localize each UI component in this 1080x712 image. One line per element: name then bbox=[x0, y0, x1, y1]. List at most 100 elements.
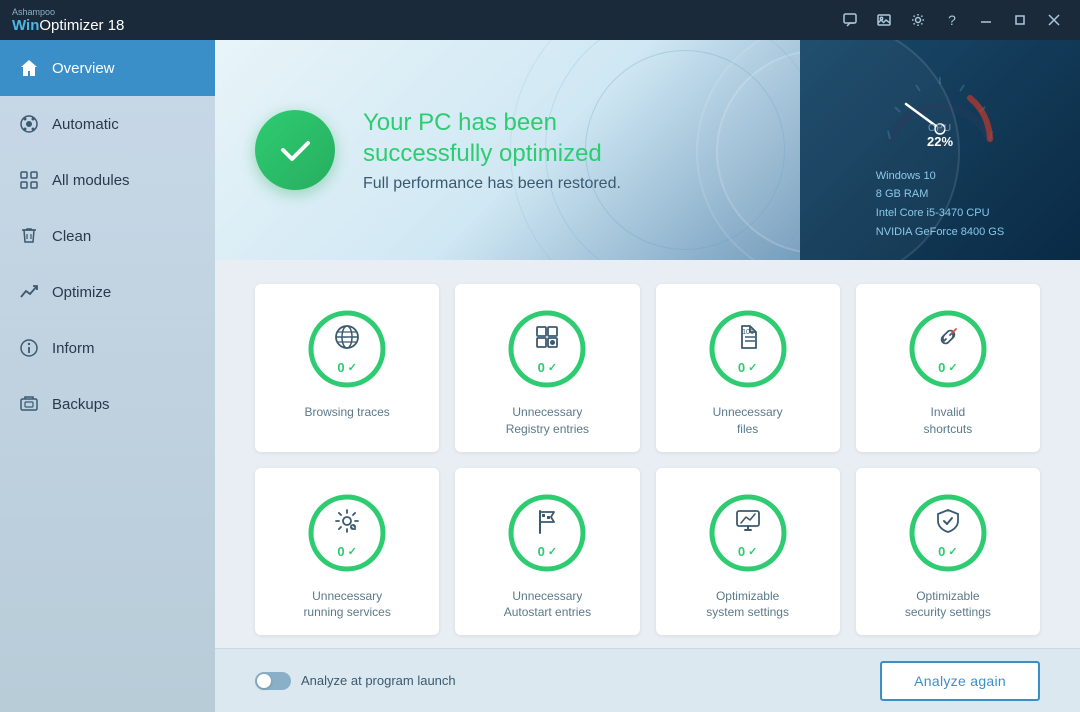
chat-button[interactable] bbox=[836, 6, 864, 34]
ring-inner-autostart-entries: 0 ✓ bbox=[533, 507, 561, 559]
success-icon bbox=[255, 110, 335, 190]
minimize-button[interactable] bbox=[972, 6, 1000, 34]
metric-label-system-settings: Optimizablesystem settings bbox=[706, 588, 789, 622]
inform-icon bbox=[18, 337, 40, 359]
ring-running-services: 0 ✓ bbox=[302, 488, 392, 578]
sidebar-label-automatic: Automatic bbox=[52, 116, 119, 133]
metric-value-autostart-entries: 0 ✓ bbox=[538, 544, 557, 559]
globe-icon bbox=[333, 323, 361, 358]
ring-inner-running-services: 0 ✓ bbox=[333, 507, 361, 559]
metric-card-browsing-traces: 0 ✓ Browsing traces bbox=[255, 284, 439, 452]
gear-icon bbox=[333, 507, 361, 542]
titlebar: Ashampoo Win Optimizer 18 ? bbox=[0, 0, 1080, 40]
sidebar-item-automatic[interactable]: Automatic bbox=[0, 96, 215, 152]
metric-label-invalid-shortcuts: Invalidshortcuts bbox=[924, 404, 973, 438]
auto-icon bbox=[18, 113, 40, 135]
bottom-bar: Analyze at program launch Analyze again bbox=[215, 648, 1080, 712]
grid-icon bbox=[18, 169, 40, 191]
ring-invalid-shortcuts: 0 ✓ bbox=[903, 304, 993, 394]
metric-value-security-settings: 0 ✓ bbox=[938, 544, 957, 559]
header-panel: Your PC has been successfully optimized … bbox=[215, 40, 1080, 260]
backups-icon bbox=[18, 393, 40, 415]
toggle-thumb bbox=[257, 674, 271, 688]
home-icon bbox=[18, 57, 40, 79]
sidebar-item-optimize[interactable]: Optimize bbox=[0, 264, 215, 320]
sidebar-item-inform[interactable]: Inform bbox=[0, 320, 215, 376]
metric-value-invalid-shortcuts: 0 ✓ bbox=[938, 360, 957, 375]
registry-icon bbox=[533, 323, 561, 358]
ring-unnecessary-files: 101 0 ✓ bbox=[703, 304, 793, 394]
company-name: Ashampoo bbox=[12, 7, 124, 17]
sidebar-label-inform: Inform bbox=[52, 340, 95, 357]
sys-os: Windows 10 bbox=[876, 167, 1004, 186]
metric-label-security-settings: Optimizablesecurity settings bbox=[905, 588, 991, 622]
monitor-icon bbox=[734, 507, 762, 542]
metrics-area: 0 ✓ Browsing traces 0 ✓ bbox=[215, 260, 1080, 648]
settings-button[interactable] bbox=[904, 6, 932, 34]
metrics-grid: 0 ✓ Browsing traces 0 ✓ bbox=[255, 284, 1040, 635]
metric-label-unnecessary-files: Unnecessaryfiles bbox=[713, 404, 783, 438]
metric-value-browsing-traces: 0 ✓ bbox=[337, 360, 356, 375]
metric-card-invalid-shortcuts: 0 ✓ Invalidshortcuts bbox=[856, 284, 1040, 452]
sys-cpu: Intel Core i5-3470 CPU bbox=[876, 204, 1004, 223]
file-icon: 101 bbox=[734, 323, 762, 358]
clean-icon bbox=[18, 225, 40, 247]
product-prefix: Win bbox=[12, 17, 39, 34]
toggle-label: Analyze at program launch bbox=[301, 673, 456, 688]
ring-browsing-traces: 0 ✓ bbox=[302, 304, 392, 394]
metric-card-system-settings: 0 ✓ Optimizablesystem settings bbox=[656, 468, 840, 636]
metric-label-autostart-entries: UnnecessaryAutostart entries bbox=[504, 588, 591, 622]
sidebar: Overview Automatic All modules Clean bbox=[0, 40, 215, 712]
metric-card-security-settings: 0 ✓ Optimizablesecurity settings bbox=[856, 468, 1040, 636]
success-title: Your PC has been successfully optimized bbox=[363, 107, 621, 169]
sidebar-item-clean[interactable]: Clean bbox=[0, 208, 215, 264]
metric-value-unnecessary-files: 0 ✓ bbox=[738, 360, 757, 375]
ring-inner-invalid-shortcuts: 0 ✓ bbox=[934, 323, 962, 375]
ring-system-settings: 0 ✓ bbox=[703, 488, 793, 578]
sys-gpu: NVIDIA GeForce 8400 GS bbox=[876, 223, 1004, 242]
sidebar-label-optimize: Optimize bbox=[52, 284, 111, 301]
main-content: Your PC has been successfully optimized … bbox=[215, 40, 1080, 712]
ring-inner-browsing-traces: 0 ✓ bbox=[333, 323, 361, 375]
app-body: Overview Automatic All modules Clean bbox=[0, 40, 1080, 712]
analyze-toggle[interactable] bbox=[255, 672, 291, 690]
link-icon bbox=[934, 323, 962, 358]
metric-label-running-services: Unnecessaryrunning services bbox=[303, 588, 390, 622]
image-button[interactable] bbox=[870, 6, 898, 34]
metric-card-unnecessary-files: 101 0 ✓ Unnecessaryfiles bbox=[656, 284, 840, 452]
sidebar-item-overview[interactable]: Overview bbox=[0, 40, 215, 96]
metric-label-registry-entries: UnnecessaryRegistry entries bbox=[506, 404, 589, 438]
cpu-label: CPU bbox=[928, 123, 952, 134]
metric-card-registry-entries: 0 ✓ UnnecessaryRegistry entries bbox=[455, 284, 639, 452]
flag-icon bbox=[533, 507, 561, 542]
close-button[interactable] bbox=[1040, 6, 1068, 34]
metric-value-registry-entries: 0 ✓ bbox=[538, 360, 557, 375]
ring-security-settings: 0 ✓ bbox=[903, 488, 993, 578]
sidebar-item-all-modules[interactable]: All modules bbox=[0, 152, 215, 208]
sidebar-item-backups[interactable]: Backups bbox=[0, 376, 215, 432]
ring-inner-security-settings: 0 ✓ bbox=[934, 507, 962, 559]
toggle-wrapper[interactable]: Analyze at program launch bbox=[255, 672, 456, 690]
analyze-again-button[interactable]: Analyze again bbox=[880, 661, 1040, 701]
sidebar-label-overview: Overview bbox=[52, 60, 115, 77]
ring-registry-entries: 0 ✓ bbox=[502, 304, 592, 394]
header-text: Your PC has been successfully optimized … bbox=[363, 107, 621, 193]
sidebar-label-clean: Clean bbox=[52, 228, 91, 245]
restore-button[interactable] bbox=[1006, 6, 1034, 34]
ring-inner-system-settings: 0 ✓ bbox=[734, 507, 762, 559]
product-name: Optimizer 18 bbox=[39, 17, 124, 34]
sys-ram: 8 GB RAM bbox=[876, 185, 1004, 204]
metric-value-running-services: 0 ✓ bbox=[337, 544, 356, 559]
help-button[interactable]: ? bbox=[938, 6, 966, 34]
success-subtitle: Full performance has been restored. bbox=[363, 175, 621, 193]
sys-info: Windows 10 8 GB RAM Intel Core i5-3470 C… bbox=[860, 167, 1020, 242]
ring-inner-unnecessary-files: 101 0 ✓ bbox=[734, 323, 762, 375]
window-controls: ? bbox=[836, 6, 1068, 34]
svg-text:101: 101 bbox=[742, 329, 754, 336]
ring-inner-registry-entries: 0 ✓ bbox=[533, 323, 561, 375]
metric-value-system-settings: 0 ✓ bbox=[738, 544, 757, 559]
metric-card-running-services: 0 ✓ Unnecessaryrunning services bbox=[255, 468, 439, 636]
ring-autostart-entries: 0 ✓ bbox=[502, 488, 592, 578]
metric-card-autostart-entries: 0 ✓ UnnecessaryAutostart entries bbox=[455, 468, 639, 636]
sidebar-label-all-modules: All modules bbox=[52, 172, 130, 189]
